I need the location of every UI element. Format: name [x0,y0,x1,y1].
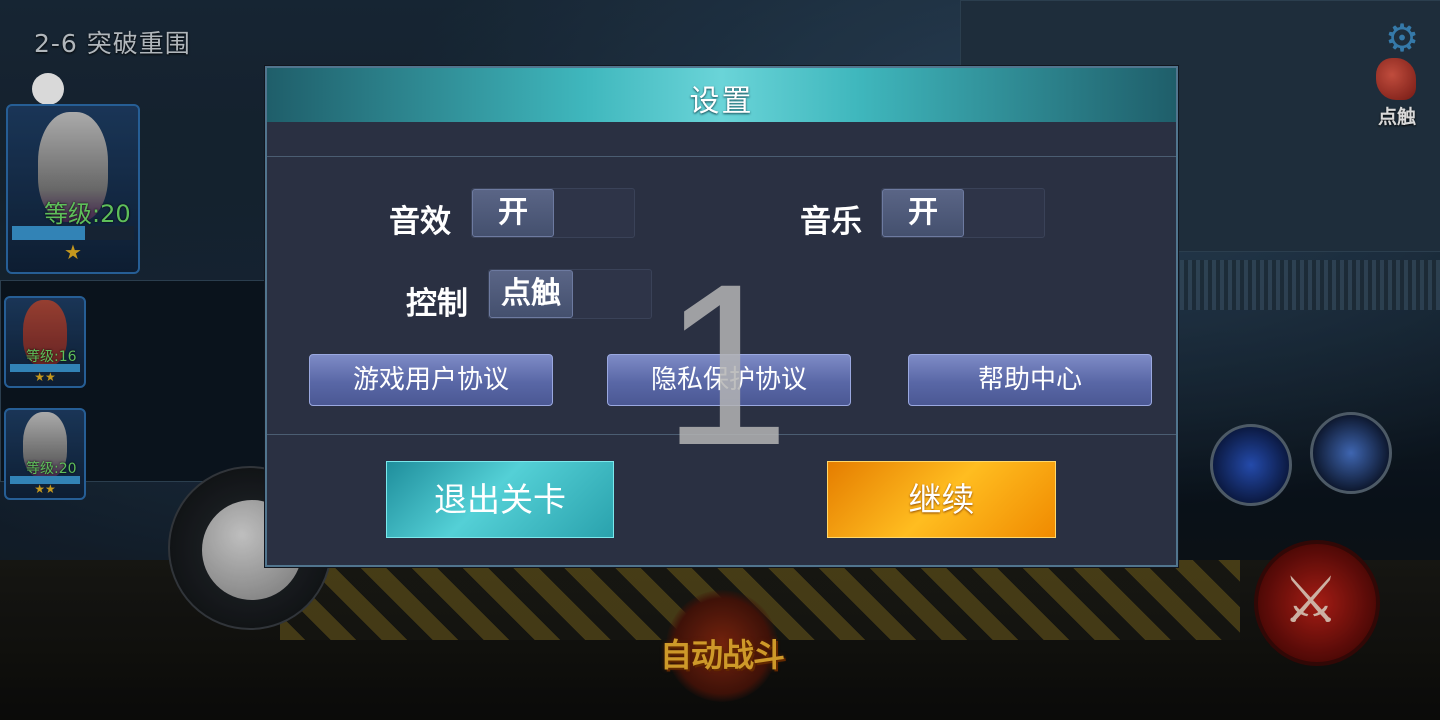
sound-toggle-value: 开 [472,189,554,237]
control-toggle[interactable]: 点触 [488,269,652,319]
sound-label: 音效 [389,204,451,240]
music-toggle-value: 开 [882,189,964,237]
overlay-digit: 1 [662,236,790,493]
help-center-button[interactable]: 帮助中心 [908,354,1152,406]
sound-toggle[interactable]: 开 [471,188,635,238]
music-label: 音乐 [800,204,862,240]
user-agreement-button[interactable]: 游戏用户协议 [309,354,553,406]
dialog-title: 设置 [689,84,754,119]
continue-button[interactable]: 继续 [827,461,1056,538]
music-toggle[interactable]: 开 [881,188,1045,238]
dialog-header: 设置 [267,68,1176,122]
control-toggle-value: 点触 [489,270,573,318]
divider [267,156,1176,157]
exit-level-button[interactable]: 退出关卡 [386,461,614,538]
control-label: 控制 [406,286,468,322]
